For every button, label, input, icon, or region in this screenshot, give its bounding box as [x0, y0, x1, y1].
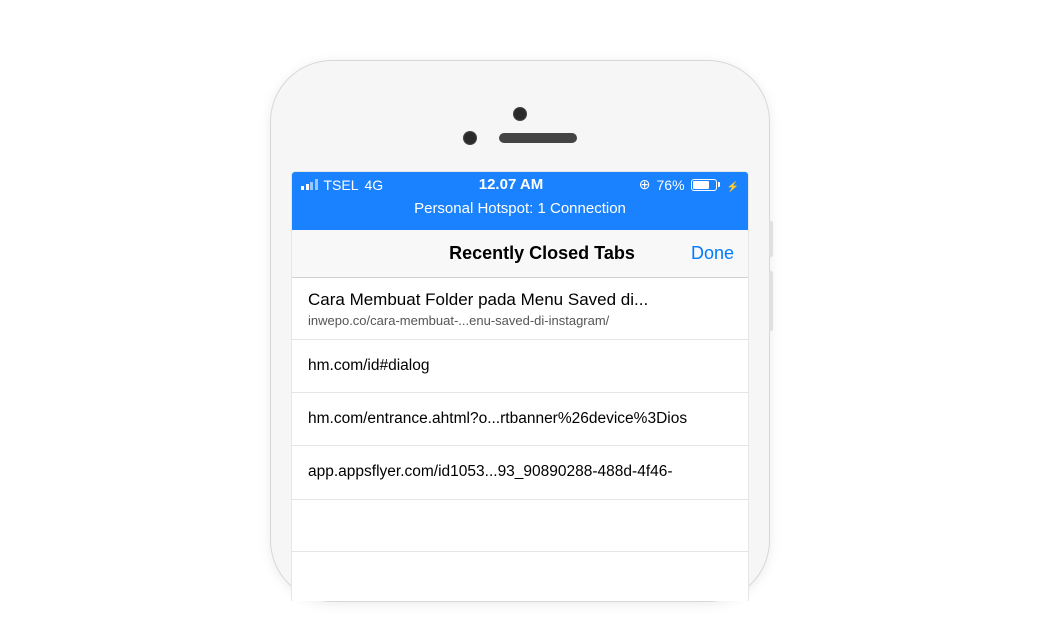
closed-tabs-list: Cara Membuat Folder pada Menu Saved di..… [292, 278, 748, 552]
phone-top-hardware [291, 81, 749, 171]
orientation-lock-icon [639, 176, 651, 193]
sensor-dot [513, 107, 527, 121]
closed-tab-item[interactable]: app.appsflyer.com/id1053...93_90890288-4… [292, 446, 748, 499]
network-type: 4G [365, 177, 384, 193]
nav-bar: Recently Closed Tabs Done [292, 230, 748, 278]
tab-title: hm.com/entrance.ahtml?o...rtbanner%26dev… [308, 409, 732, 429]
status-bar: TSEL 4G 12.07 AM 76% Personal Hotspot: 1… [292, 172, 748, 230]
tab-title: app.appsflyer.com/id1053...93_90890288-4… [308, 462, 732, 482]
signal-bars-icon [301, 179, 318, 190]
done-button[interactable]: Done [691, 243, 734, 264]
camera-dot [463, 131, 477, 145]
status-right: 76% [639, 176, 739, 193]
charging-icon [726, 177, 739, 193]
status-time: 12.07 AM [479, 176, 543, 193]
phone-frame: TSEL 4G 12.07 AM 76% Personal Hotspot: 1… [270, 60, 770, 602]
closed-tab-item[interactable]: Cara Membuat Folder pada Menu Saved di..… [292, 278, 748, 340]
side-button [769, 221, 773, 257]
page-title: Recently Closed Tabs [449, 243, 635, 264]
hotspot-banner[interactable]: Personal Hotspot: 1 Connection [292, 193, 748, 230]
speaker-grille [499, 133, 577, 143]
status-left: TSEL 4G [301, 177, 383, 193]
carrier-label: TSEL [324, 177, 359, 193]
battery-icon [691, 179, 720, 191]
tab-title: hm.com/id#dialog [308, 356, 732, 376]
closed-tab-item[interactable]: hm.com/entrance.ahtml?o...rtbanner%26dev… [292, 393, 748, 446]
closed-tab-item[interactable]: hm.com/id#dialog [292, 340, 748, 393]
side-button [769, 271, 773, 331]
tab-url: inwepo.co/cara-membuat-...enu-saved-di-i… [308, 313, 732, 328]
closed-tab-item[interactable] [292, 500, 748, 552]
battery-percent: 76% [657, 177, 685, 193]
tab-title: Cara Membuat Folder pada Menu Saved di..… [308, 289, 732, 311]
phone-screen: TSEL 4G 12.07 AM 76% Personal Hotspot: 1… [291, 171, 749, 601]
